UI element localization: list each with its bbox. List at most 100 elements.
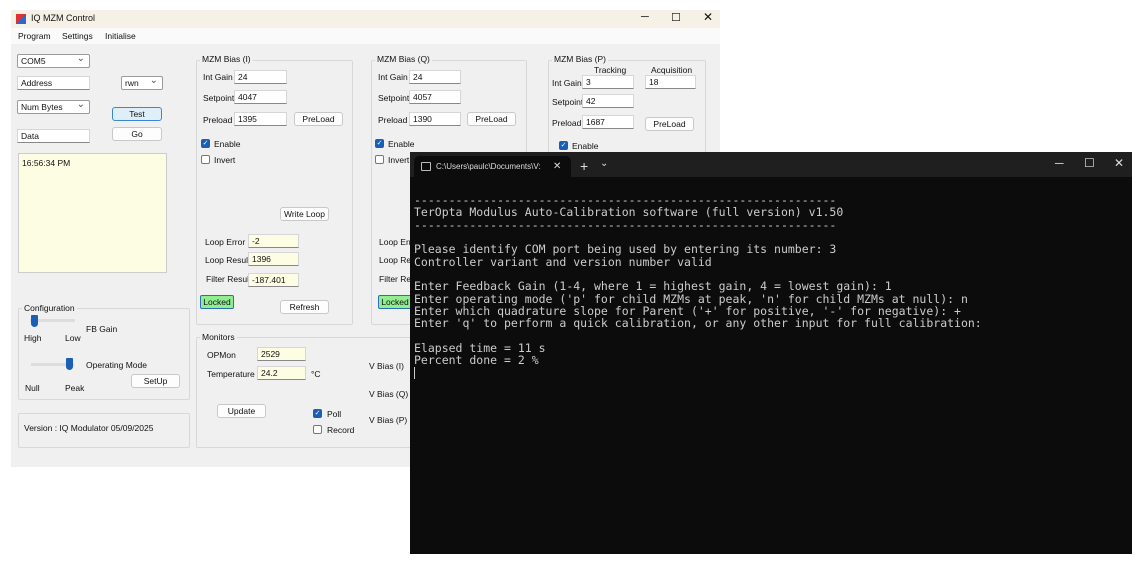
menu-settings[interactable]: Settings (62, 31, 93, 41)
setpoint-input[interactable]: 4047 (234, 90, 287, 104)
terminal-cursor (414, 367, 415, 379)
new-tab-icon[interactable]: + (580, 158, 588, 174)
tab-dropdown-icon[interactable]: ⌄ (600, 158, 608, 169)
mzm-bias-q-title: MZM Bias (Q) (375, 54, 432, 64)
int-gain-tracking-input[interactable]: 3 (582, 75, 634, 89)
loop-result-label: Loop Result (205, 255, 251, 265)
version-text: Version : IQ Modulator 05/09/2025 (24, 423, 154, 433)
terminal-line: TerOpta Modulus Auto-Calibration softwar… (414, 205, 844, 220)
setpoint-label: Setpoint (203, 93, 235, 103)
op-null-label: Null (25, 383, 40, 393)
int-gain-label: Int Gain (552, 78, 582, 88)
setpoint-input[interactable]: 42 (582, 94, 634, 108)
acquisition-label: Acquisition (651, 65, 693, 75)
maximize-icon[interactable]: ☐ (671, 11, 681, 24)
fb-gain-thumb[interactable] (31, 315, 38, 327)
enable-checkbox[interactable]: ✓ (559, 141, 568, 150)
terminal-tab[interactable]: C:\Users\paulc\Documents\V: ✕ (414, 156, 571, 177)
fb-high-label: High (24, 333, 42, 343)
close-icon[interactable]: ✕ (703, 10, 713, 24)
invert-label: Invert (388, 155, 410, 165)
enable-checkbox[interactable]: ✓ (375, 139, 384, 148)
log-box: 16:56:34 PM (18, 153, 167, 273)
preload-input[interactable]: 1390 (409, 112, 461, 126)
data-input[interactable]: Data (17, 129, 90, 143)
minimize-icon[interactable]: ─ (641, 11, 649, 23)
terminal-minimize-icon[interactable]: ─ (1055, 156, 1064, 170)
operating-mode-thumb[interactable] (66, 358, 73, 370)
op-peak-label: Peak (65, 383, 85, 393)
window-title: IQ MZM Control (31, 13, 96, 23)
int-gain-label: Int Gain (378, 72, 408, 82)
fb-gain-label: FB Gain (86, 324, 118, 334)
preload-label: Preload (203, 115, 233, 125)
preload-button[interactable]: PreLoad (645, 117, 694, 131)
terminal-line: Please identify COM port being used by e… (414, 242, 837, 257)
terminal-output[interactable]: ----------------------------------------… (414, 194, 982, 367)
record-label: Record (327, 425, 355, 435)
vbias-i-label: V Bias (I) (369, 361, 404, 371)
fb-low-label: Low (65, 333, 81, 343)
write-loop-button[interactable]: Write Loop (280, 207, 329, 221)
opmon-value: 2529 (257, 347, 306, 361)
refresh-button[interactable]: Refresh (280, 300, 329, 314)
vbias-p-label: V Bias (P) (369, 415, 408, 425)
update-button[interactable]: Update (217, 404, 266, 418)
filter-result-label: Filter Result (206, 274, 252, 284)
preload-input[interactable]: 1687 (582, 115, 634, 129)
record-checkbox[interactable] (313, 425, 322, 434)
menu-program[interactable]: Program (18, 31, 51, 41)
invert-checkbox[interactable] (375, 155, 384, 164)
enable-label: Enable (572, 141, 599, 151)
mzm-bias-p-title: MZM Bias (P) (552, 54, 608, 64)
setpoint-input[interactable]: 4057 (409, 90, 461, 104)
filter-result-value: -187.401 (248, 273, 299, 287)
locked-status-badge: Locked (378, 295, 412, 309)
loop-error-value: -2 (248, 234, 299, 248)
go-button[interactable]: Go (112, 127, 162, 141)
int-gain-input[interactable]: 24 (234, 70, 287, 84)
address-input[interactable]: Address (17, 76, 90, 90)
preload-label: Preload (552, 118, 582, 128)
terminal-line: Controller variant and version number va… (414, 254, 712, 269)
terminal-line: Percent done = 2 % (414, 353, 539, 368)
close-tab-icon[interactable]: ✕ (553, 156, 561, 177)
loop-error-label: Loop Error (205, 237, 246, 247)
com-port-select[interactable]: COM5 (17, 53, 90, 68)
terminal-line: Enter 'q' to perform a quick calibration… (414, 316, 982, 331)
configuration-title: Configuration (22, 303, 77, 313)
poll-checkbox[interactable]: ✓ (313, 409, 322, 418)
log-text: 16:56:34 PM (22, 158, 71, 168)
terminal-line: ----------------------------------------… (414, 217, 837, 232)
locked-status-badge: Locked (200, 295, 234, 309)
mode-select[interactable]: rwn (121, 75, 163, 90)
setpoint-label: Setpoint (378, 93, 410, 103)
terminal-maximize-icon[interactable]: ☐ (1084, 156, 1095, 170)
enable-label: Enable (388, 139, 415, 149)
preload-button[interactable]: PreLoad (467, 112, 516, 126)
setup-button[interactable]: SetUp (131, 374, 180, 388)
enable-checkbox[interactable]: ✓ (201, 139, 210, 148)
operating-mode-label: Operating Mode (86, 360, 147, 370)
monitors-title: Monitors (200, 332, 237, 342)
terminal-line: Enter Feedback Gain (1-4, where 1 = high… (414, 279, 892, 294)
int-gain-acquisition-input[interactable]: 18 (645, 75, 696, 89)
enable-label: Enable (214, 139, 241, 149)
int-gain-input[interactable]: 24 (409, 70, 461, 84)
terminal-tab-title: C:\Users\paulc\Documents\V: (436, 162, 541, 171)
vbias-q-label: V Bias (Q) (369, 389, 409, 399)
temperature-unit: °C (311, 369, 321, 379)
terminal-close-icon[interactable]: ✕ (1114, 156, 1124, 170)
num-bytes-select[interactable]: Num Bytes (17, 99, 90, 114)
title-bar: IQ MZM Control ─ ☐ ✕ (11, 10, 720, 28)
preload-input[interactable]: 1395 (234, 112, 287, 126)
mzm-bias-i-title: MZM Bias (I) (200, 54, 253, 64)
menu-initialise[interactable]: Initialise (105, 31, 136, 41)
preload-label: Preload (378, 115, 408, 125)
opmon-label: OPMon (207, 350, 236, 360)
test-button[interactable]: Test (112, 107, 162, 121)
menu-bar: Program Settings Initialise (11, 28, 720, 44)
preload-button[interactable]: PreLoad (294, 112, 343, 126)
invert-checkbox[interactable] (201, 155, 210, 164)
poll-label: Poll (327, 409, 342, 419)
